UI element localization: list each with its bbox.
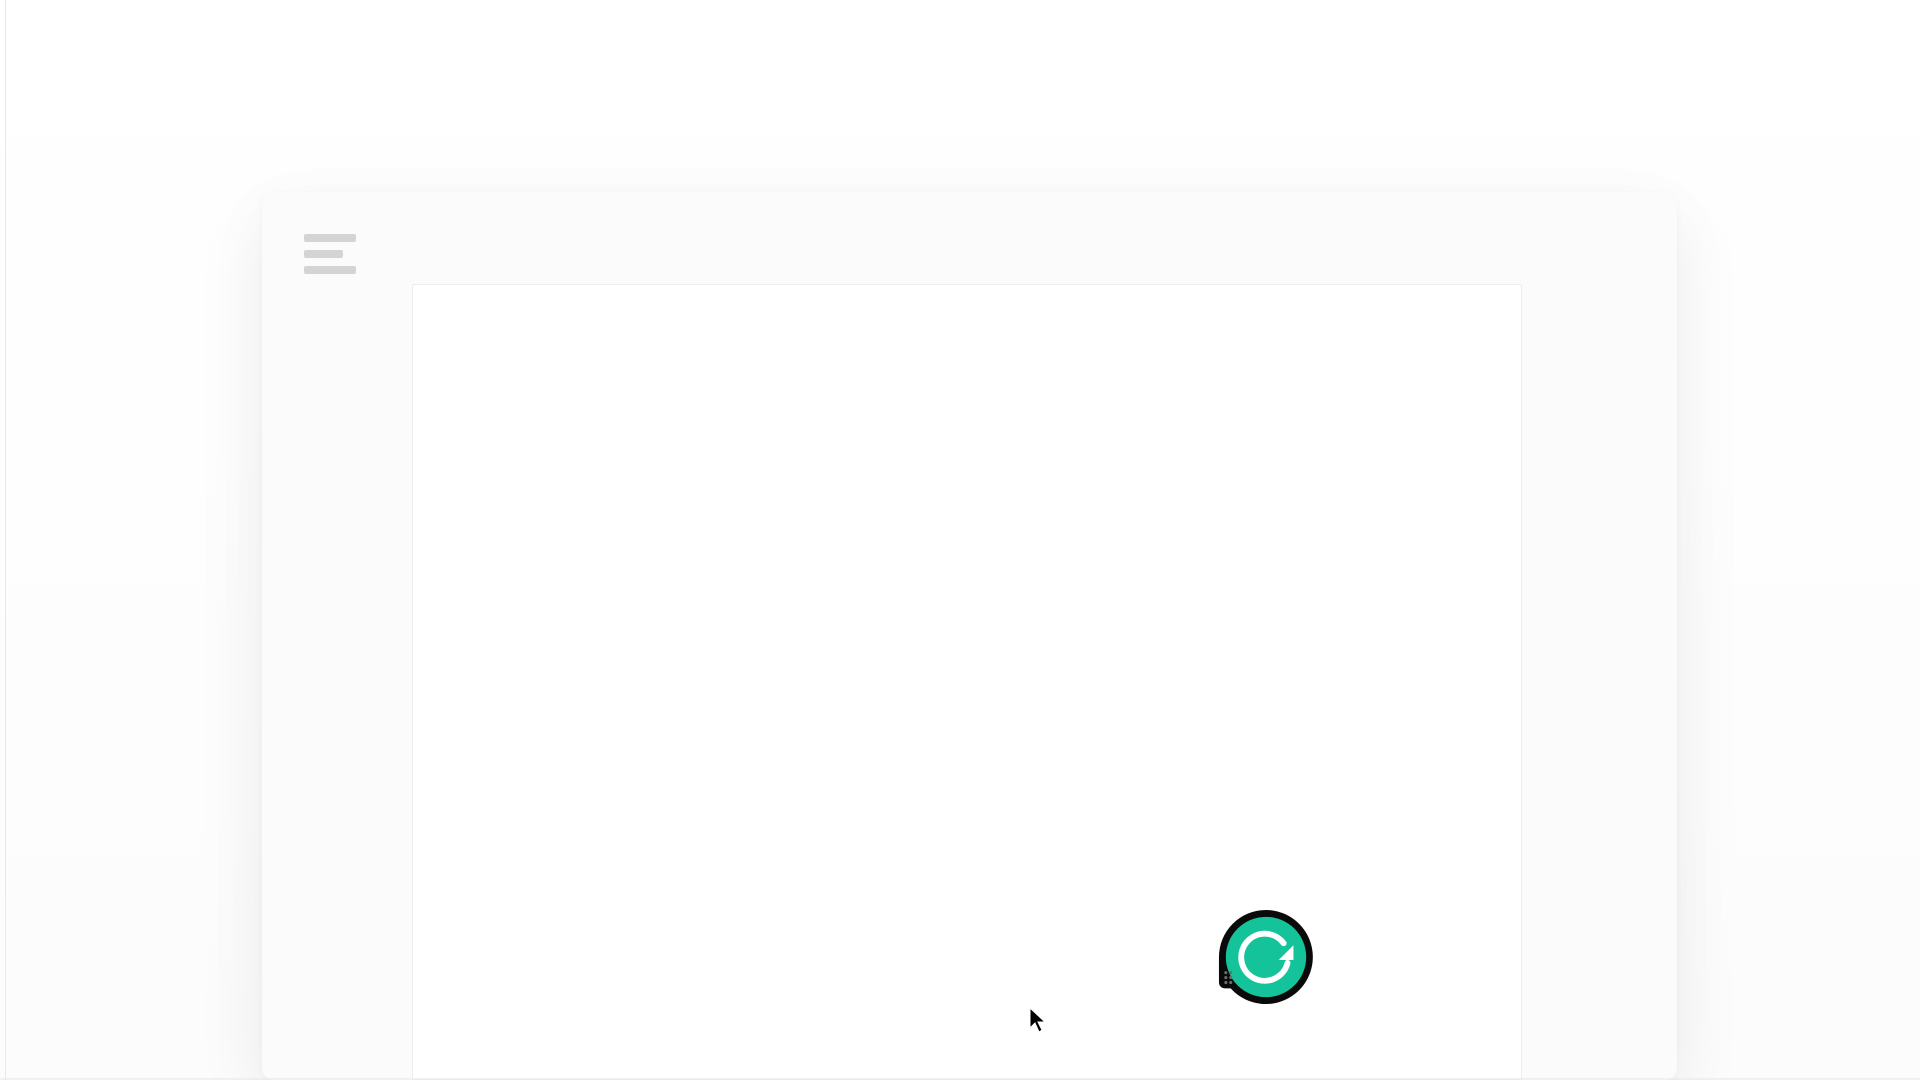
page-container: [0, 0, 1920, 1080]
app-window: [262, 192, 1677, 1080]
hamburger-line-icon: [304, 266, 356, 274]
hamburger-line-icon: [304, 234, 356, 242]
hamburger-line-icon: [304, 250, 343, 258]
grammarly-icon: [1217, 908, 1315, 1006]
menu-button[interactable]: [304, 234, 356, 274]
grammarly-widget-button[interactable]: [1217, 908, 1315, 1006]
document-editor[interactable]: [412, 284, 1522, 1080]
left-divider: [5, 0, 6, 1080]
